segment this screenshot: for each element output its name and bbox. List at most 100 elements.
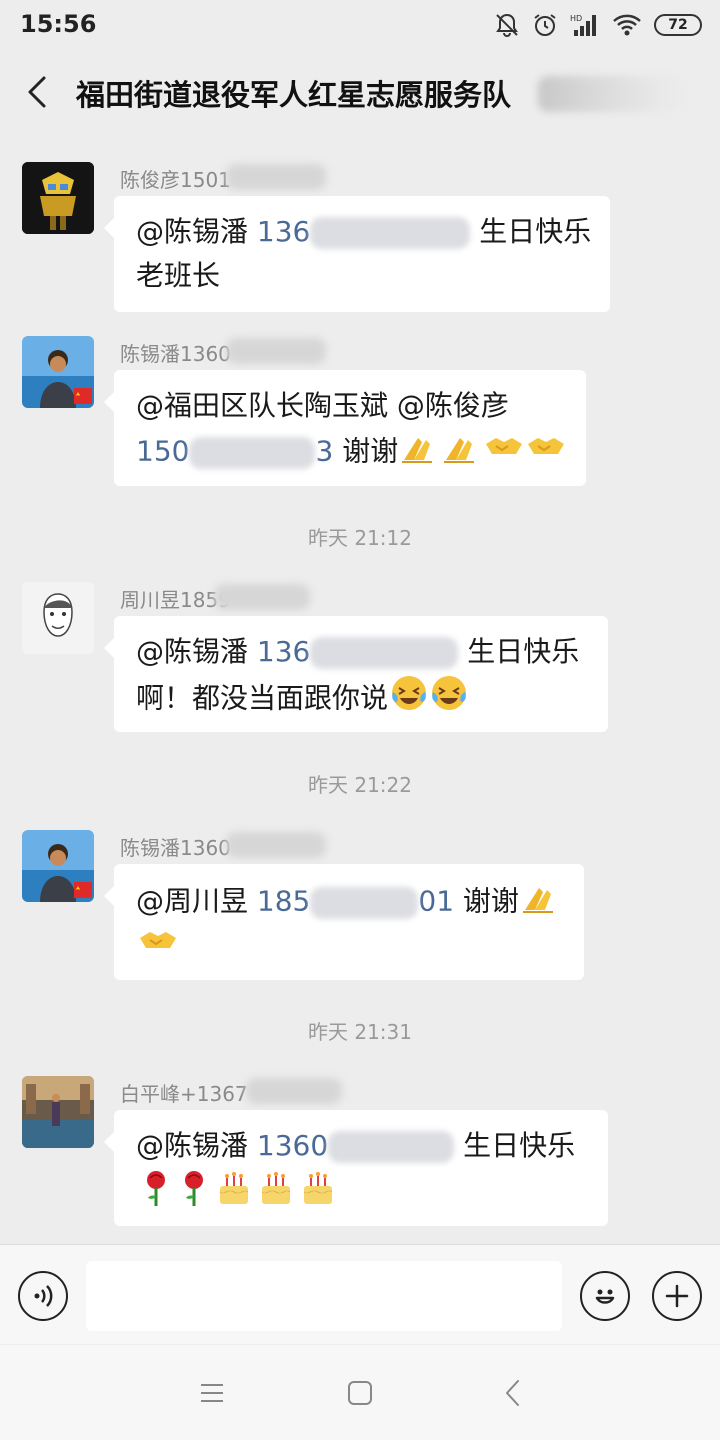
phone-number-tail: 3: [315, 434, 334, 468]
menu-button[interactable]: [192, 1375, 232, 1411]
message-bubble[interactable]: @陈锡潘 1360 生日快乐: [104, 1110, 608, 1226]
sender-redaction: [226, 338, 326, 364]
chat-header: 福田街道退役军人红星志愿服务队: [0, 52, 720, 132]
birthday-cake-icon: [214, 1168, 254, 1221]
phone-number: 150: [136, 434, 190, 468]
folded-hands-icon: [442, 428, 482, 477]
message-text: 老班长: [136, 259, 221, 292]
phone-redaction: [310, 886, 419, 919]
handshake-icon: [138, 922, 178, 971]
phone-redaction: [189, 436, 316, 469]
message-text: 生日快乐: [467, 635, 580, 668]
timestamp: 昨天 21:31: [308, 1020, 412, 1044]
smiley-icon: [595, 1289, 615, 1304]
phone-redaction: [310, 217, 471, 249]
message-text: 啊！都没当面跟你说: [136, 681, 389, 715]
status-time: 15:56: [20, 10, 97, 38]
phone-number: 136: [256, 635, 311, 668]
phone-number: 136: [256, 215, 311, 248]
mute-icon: [494, 12, 520, 38]
sender-redaction: [226, 164, 326, 190]
timestamp: 昨天 21:22: [308, 773, 412, 797]
message-line: 老班长: [136, 254, 588, 298]
rose-icon: [138, 1168, 174, 1221]
sender-redaction: [226, 832, 326, 858]
handshake-icon: [484, 428, 524, 477]
person-beach-avatar-icon: [22, 336, 94, 408]
chat-title: 福田街道退役军人红星志愿服务队: [76, 78, 512, 112]
street-photo-avatar-icon: [22, 1076, 94, 1148]
birthday-cake-icon: [256, 1168, 296, 1221]
voice-icon: [34, 1285, 53, 1307]
more-button[interactable]: [652, 1271, 702, 1321]
avatar[interactable]: [22, 1076, 94, 1148]
message-text: @福田区队长陶玉斌 @陈俊彦: [136, 389, 509, 422]
message-bubble[interactable]: @陈锡潘 136 生日快乐 啊！都没当面跟你说: [104, 616, 608, 732]
phone-number: 185: [256, 884, 311, 918]
handshake-icon: [526, 428, 566, 477]
message-line: @福田区队长陶玉斌 @陈俊彦: [136, 384, 564, 428]
message-text: 谢谢: [462, 884, 519, 918]
message-line: @陈锡潘 1360 生日快乐: [136, 1124, 586, 1168]
sketch-face-avatar-icon: [22, 582, 94, 654]
battery-icon: 72: [654, 14, 702, 36]
message-bubble[interactable]: @陈锡潘 136 生日快乐 老班长: [104, 196, 610, 312]
message-text: 生日快乐: [479, 215, 592, 248]
phone-number: 1360: [256, 1129, 329, 1162]
system-back-button[interactable]: [492, 1375, 532, 1411]
person-beach-avatar-icon: [22, 830, 94, 902]
folded-hands-icon: [521, 878, 561, 927]
avatar[interactable]: [22, 582, 94, 654]
birthday-cake-icon: [298, 1168, 338, 1221]
message-text: 谢谢: [342, 434, 399, 468]
message-line: [136, 1168, 586, 1212]
wifi-icon: [612, 12, 642, 38]
message-line: 啊！都没当面跟你说: [136, 674, 586, 718]
home-button[interactable]: [340, 1375, 380, 1411]
sender-redaction: [246, 1078, 342, 1104]
sender-name: 白平峰+1367: [120, 1082, 248, 1106]
sender-name: 陈俊彦1501: [120, 168, 231, 192]
mention[interactable]: @陈锡潘: [136, 635, 248, 668]
sender-name: 陈锡潘1360: [120, 342, 231, 366]
plus-icon: [665, 1284, 689, 1308]
robot-avatar-icon: [22, 162, 94, 234]
message-line: [136, 922, 562, 966]
mention[interactable]: @周川昱: [136, 885, 248, 918]
laughing-crying-icon: [430, 674, 468, 725]
message-bubble[interactable]: @周川昱 185 01 谢谢: [104, 864, 584, 980]
mention[interactable]: @陈锡潘: [136, 1129, 248, 1162]
title-redaction: [538, 76, 688, 112]
message-bubble[interactable]: @福田区队长陶玉斌 @陈俊彦 150 3 谢谢: [104, 370, 586, 486]
rose-icon: [176, 1168, 212, 1221]
message-line: 150 3 谢谢: [136, 428, 565, 472]
phone-number-tail: 01: [418, 884, 455, 918]
message-input[interactable]: [86, 1261, 562, 1331]
voice-button[interactable]: [18, 1271, 68, 1321]
avatar[interactable]: [22, 830, 94, 902]
svg-text:HD: HD: [570, 14, 582, 23]
message-line: @周川昱 185 01 谢谢: [136, 878, 562, 922]
timestamp: 昨天 21:12: [308, 526, 412, 550]
message-line: @陈锡潘 136 生日快乐: [136, 630, 586, 674]
menu-icon: [201, 1384, 223, 1402]
mention[interactable]: @陈锡潘: [136, 215, 248, 248]
sender-redaction: [214, 584, 310, 610]
status-bar: 15:56 HD 72: [0, 0, 720, 50]
status-icons: HD 72: [494, 10, 702, 40]
message-text: 生日快乐: [463, 1129, 576, 1162]
chevron-left-icon: [28, 76, 46, 108]
input-bar: [0, 1244, 720, 1344]
avatar[interactable]: [22, 162, 94, 234]
phone-redaction: [310, 637, 459, 669]
sender-name: 陈锡潘1360: [120, 836, 231, 860]
system-navigation-bar: [0, 1345, 720, 1440]
alarm-icon: [532, 12, 558, 38]
folded-hands-icon: [400, 428, 440, 477]
laughing-crying-icon: [390, 674, 428, 725]
avatar[interactable]: [22, 336, 94, 408]
home-icon: [348, 1381, 372, 1405]
emoji-button[interactable]: [580, 1271, 630, 1321]
signal-hd-icon: HD: [570, 12, 600, 38]
back-button[interactable]: [14, 68, 58, 116]
